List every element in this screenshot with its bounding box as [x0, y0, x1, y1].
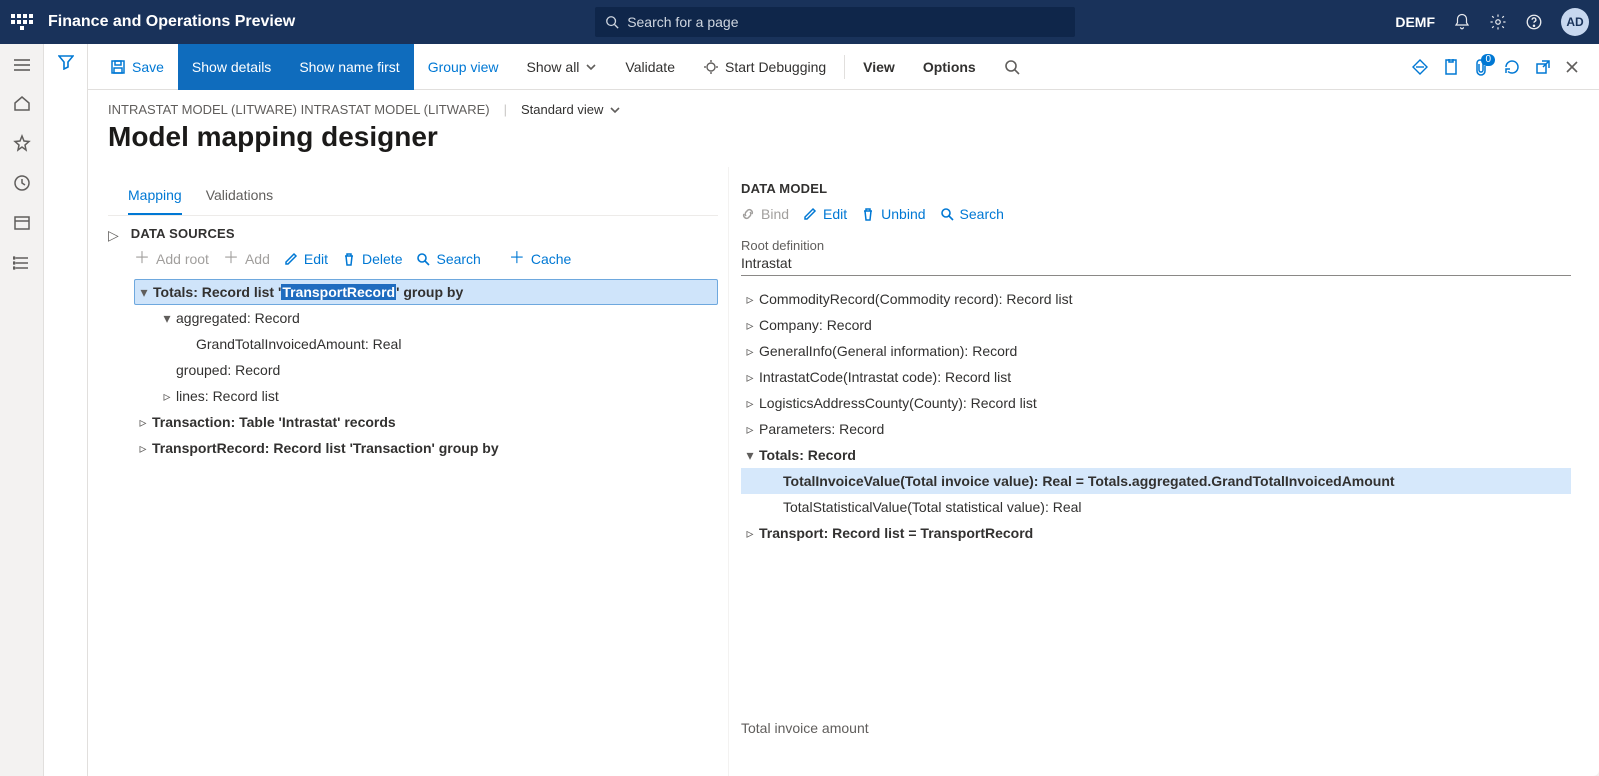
filter-rail — [44, 44, 88, 776]
trash-icon — [861, 207, 875, 221]
dm-node-parameters[interactable]: ▹Parameters: Record — [741, 416, 1571, 442]
global-header: Finance and Operations Preview Search fo… — [0, 0, 1599, 44]
bind-button: Bind — [741, 206, 789, 222]
home-icon[interactable] — [13, 94, 31, 112]
attachment-icon[interactable] — [1443, 58, 1459, 76]
dm-node-generalinfo[interactable]: ▹GeneralInfo(General information): Recor… — [741, 338, 1571, 364]
modules-icon[interactable] — [13, 254, 31, 272]
diamond-icon[interactable] — [1411, 58, 1429, 76]
search-action-icon[interactable] — [990, 44, 1034, 90]
header-right: DEMF AD — [1395, 8, 1589, 36]
debug-icon — [703, 59, 719, 75]
global-search[interactable]: Search for a page — [595, 7, 1075, 37]
edit-button[interactable]: Edit — [284, 251, 328, 267]
workspace-icon[interactable] — [13, 214, 31, 232]
validate-button[interactable]: Validate — [611, 44, 689, 90]
bell-icon[interactable] — [1453, 13, 1471, 31]
dm-node-intrastatcode[interactable]: ▹IntrastatCode(Intrastat code): Record l… — [741, 364, 1571, 390]
search-dm-button[interactable]: Search — [940, 206, 1004, 222]
breadcrumb-separator: | — [504, 102, 507, 117]
close-icon[interactable] — [1565, 60, 1579, 74]
avatar[interactable]: AD — [1561, 8, 1589, 36]
ds-node-grouped[interactable]: grouped: Record — [134, 357, 718, 383]
ds-node-aggregated[interactable]: ▾aggregated: Record — [134, 305, 718, 331]
options-menu[interactable]: Options — [909, 44, 990, 90]
trash-icon — [342, 252, 356, 266]
tab-mapping[interactable]: Mapping — [128, 181, 182, 215]
ds-node-transport[interactable]: ▹TransportRecord: Record list 'Transacti… — [134, 435, 718, 461]
recent-icon[interactable] — [13, 174, 31, 192]
pencil-icon — [284, 252, 298, 266]
nav-rail — [0, 44, 44, 776]
search-button[interactable]: Search — [416, 251, 480, 267]
search-icon — [605, 15, 619, 29]
data-model-heading: DATA MODEL — [741, 181, 1571, 196]
group-view-button[interactable]: Group view — [414, 44, 513, 90]
attachments-badge[interactable]: 0 — [1473, 58, 1489, 76]
dm-node-total-stat[interactable]: TotalStatisticalValue(Total statistical … — [741, 494, 1571, 520]
gear-icon[interactable] — [1489, 13, 1507, 31]
chevron-down-icon — [585, 61, 597, 73]
ds-node-transaction[interactable]: ▹Transaction: Table 'Intrastat' records — [134, 409, 718, 435]
ds-node-totals[interactable]: ▾ Totals: Record list 'TransportRecord' … — [134, 279, 718, 305]
page-content: Save Show details Show name first Group … — [88, 44, 1599, 776]
company-code[interactable]: DEMF — [1395, 14, 1435, 30]
tabs: Mapping Validations — [108, 181, 718, 216]
save-button[interactable]: Save — [96, 44, 178, 90]
footer-description: Total invoice amount — [741, 720, 1571, 766]
action-bar: Save Show details Show name first Group … — [88, 44, 1599, 90]
root-definition-value[interactable]: Intrastat — [741, 253, 1571, 276]
root-definition-label: Root definition — [741, 238, 1571, 253]
show-all-dropdown[interactable]: Show all — [513, 44, 612, 90]
start-debugging-button[interactable]: Start Debugging — [689, 44, 840, 90]
ds-node-grand-total[interactable]: GrandTotalInvoicedAmount: Real — [134, 331, 718, 357]
star-icon[interactable] — [13, 134, 31, 152]
dm-node-transport[interactable]: ▹Transport: Record list = TransportRecor… — [741, 520, 1571, 546]
app-name: Finance and Operations Preview — [48, 13, 295, 31]
data-sources-heading: DATA SOURCES — [131, 226, 235, 241]
dm-node-commodity[interactable]: ▹CommodityRecord(Commodity record): Reco… — [741, 286, 1571, 312]
help-icon[interactable] — [1525, 13, 1543, 31]
search-icon — [416, 252, 430, 266]
search-icon — [940, 207, 954, 221]
waffle-icon[interactable] — [10, 10, 34, 34]
chevron-down-icon — [609, 104, 621, 116]
add-root-button: ＋Add root — [134, 251, 209, 267]
view-menu[interactable]: View — [849, 44, 909, 90]
view-selector[interactable]: Standard view — [521, 102, 621, 117]
tab-validations[interactable]: Validations — [206, 181, 273, 215]
page-title: Model mapping designer — [108, 121, 1579, 153]
delete-button[interactable]: Delete — [342, 251, 402, 267]
cache-button[interactable]: ＋Cache — [509, 251, 571, 267]
popout-icon[interactable] — [1535, 59, 1551, 75]
dm-node-company[interactable]: ▹Company: Record — [741, 312, 1571, 338]
show-details-button[interactable]: Show details — [178, 44, 285, 90]
add-button: ＋Add — [223, 251, 270, 267]
save-icon — [110, 59, 126, 75]
hamburger-icon[interactable] — [13, 58, 31, 72]
dm-node-total-invoice[interactable]: TotalInvoiceValue(Total invoice value): … — [741, 468, 1571, 494]
funnel-icon[interactable] — [58, 54, 74, 70]
unbind-button[interactable]: Unbind — [861, 206, 925, 222]
global-search-placeholder: Search for a page — [627, 14, 738, 30]
link-icon — [741, 207, 755, 221]
dm-node-logistics[interactable]: ▹LogisticsAddressCounty(County): Record … — [741, 390, 1571, 416]
pencil-icon — [803, 207, 817, 221]
show-name-first-button[interactable]: Show name first — [285, 44, 413, 90]
collapse-caret-icon[interactable]: ▷ — [108, 227, 119, 244]
ds-node-lines[interactable]: ▹lines: Record list — [134, 383, 718, 409]
breadcrumb: INTRASTAT MODEL (LITWARE) INTRASTAT MODE… — [108, 102, 490, 117]
dm-node-totals[interactable]: ▾Totals: Record — [741, 442, 1571, 468]
edit-dm-button[interactable]: Edit — [803, 206, 847, 222]
refresh-icon[interactable] — [1503, 58, 1521, 76]
